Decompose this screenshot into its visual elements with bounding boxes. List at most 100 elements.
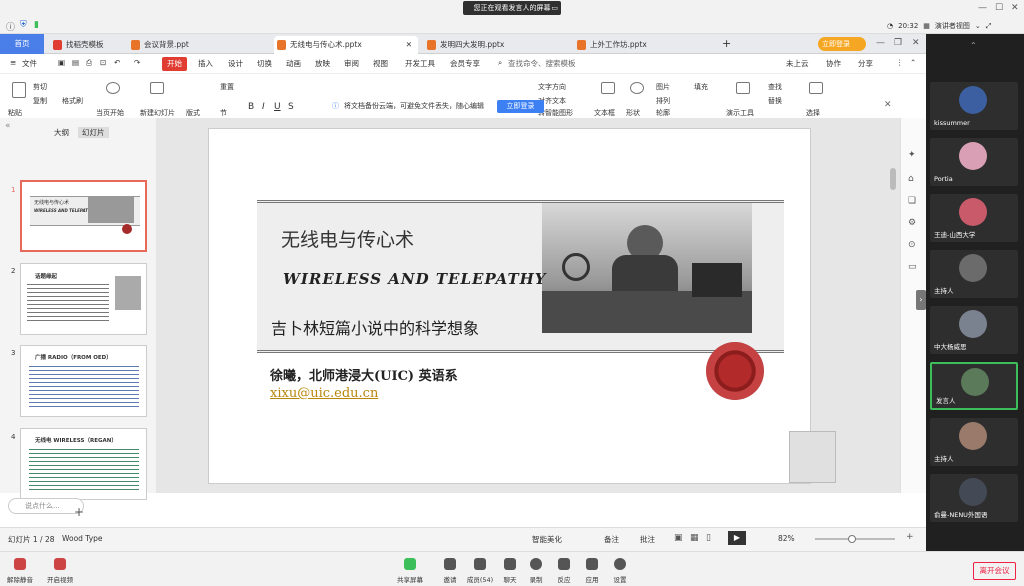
layout-icon[interactable]: ▦ (923, 22, 930, 30)
zoom-level[interactable]: 82% (778, 534, 795, 543)
close-icon[interactable]: ✕ (1011, 3, 1019, 13)
paste-icon[interactable] (12, 82, 26, 98)
cloud-status[interactable]: 未上云 (786, 58, 809, 69)
more-icon[interactable]: ⋮ (896, 58, 904, 67)
invite-button[interactable]: 邀请 (434, 574, 466, 584)
participant-tile[interactable]: 俞曼-NENU外国语 (930, 474, 1018, 522)
unmute-button[interactable]: 解除静音 (4, 574, 36, 584)
tab-close-icon[interactable]: ✕ (406, 36, 412, 54)
participant-tile[interactable]: 王迪-山西大学 (930, 194, 1018, 242)
slide-thumb-2[interactable]: 话题缘起 (20, 263, 147, 335)
slide-thumb-1[interactable]: 无线电与传心术 WIRELESS AND TELEPATHY (20, 180, 147, 252)
collapse-ribbon-icon[interactable]: ⌃ (910, 58, 916, 67)
login-button[interactable]: 立即登录 (818, 37, 866, 51)
comments-button[interactable]: 批注 (640, 534, 655, 545)
shield-icon[interactable]: ⛨ (20, 20, 27, 30)
reading-view-icon[interactable]: ▯ (706, 533, 711, 543)
copy-button[interactable]: 复制 (33, 96, 47, 106)
slide-author[interactable]: 徐曦，北师港浸大(UIC) 英语系 (270, 365, 458, 384)
zoom-slider[interactable] (815, 535, 895, 543)
menu-view[interactable]: 视图 (373, 58, 388, 69)
notes-button[interactable]: 备注 (604, 534, 619, 545)
normal-view-icon[interactable]: ▣ (674, 533, 683, 543)
command-search[interactable]: 查找命令、搜索模板 (508, 58, 576, 69)
scroll-up-icon[interactable]: ⌃ (970, 41, 977, 50)
menu-animation[interactable]: 动画 (286, 58, 301, 69)
location-icon[interactable]: ⊙ (908, 240, 916, 250)
menu-developer[interactable]: 开发工具 (405, 58, 435, 69)
minimize-icon[interactable]: — (978, 3, 987, 13)
tab-home[interactable]: 首页 (0, 34, 44, 54)
collab-button[interactable]: 协作 (826, 58, 841, 69)
participant-tile[interactable]: kissummer (930, 82, 1018, 130)
textbox-icon[interactable] (601, 82, 615, 94)
notice-login-button[interactable]: 立即登录 (497, 100, 544, 113)
slide-thumb-3[interactable]: 广播 RADIO（FROM OED） (20, 345, 147, 417)
select-icon[interactable] (809, 82, 823, 94)
preview-icon[interactable]: ⊡ (100, 58, 106, 67)
chat-icon[interactable] (504, 558, 516, 570)
leave-meeting-button[interactable]: 离开会议 (973, 562, 1016, 580)
share-screen-button[interactable]: 共享屏幕 (394, 574, 426, 584)
participant-tile[interactable]: Portia (930, 138, 1018, 186)
tab-doc-active[interactable]: 无线电与传心术.pptx ✕ (274, 36, 418, 54)
add-slide-icon[interactable]: + (74, 505, 84, 519)
participant-tile[interactable]: 主持人 (930, 418, 1018, 466)
tab-slides[interactable]: 幻灯片 (78, 127, 109, 138)
pin-icon[interactable]: ✦ (908, 150, 916, 160)
maximize-icon[interactable]: ☐ (995, 3, 1003, 13)
slide-subtitle[interactable]: 吉卜林短篇小说中的科学想象 (271, 315, 479, 339)
tab-doc-1[interactable]: 会议背景.ppt (128, 36, 268, 54)
smart-beautify-button[interactable]: 智能美化 (532, 534, 562, 545)
play-icon[interactable] (106, 82, 120, 94)
tab-templates[interactable]: 找稻壳模板 (50, 36, 122, 54)
undo-icon[interactable]: ↶ (114, 58, 120, 67)
video-button[interactable]: 开启视频 (44, 574, 76, 584)
slide-thumb-4[interactable]: 无线电 WIRELESS（REGAN） (20, 428, 147, 500)
zoom-in-icon[interactable]: + (906, 532, 914, 542)
play-from-current[interactable]: 当页开始 (96, 108, 124, 118)
menu-icon[interactable]: ≡ (10, 58, 16, 67)
new-slide-icon[interactable] (150, 82, 164, 94)
members-button[interactable]: 成员(54) (464, 574, 496, 584)
participant-tile[interactable]: 主持人 (930, 250, 1018, 298)
save-icon[interactable]: ▣ (58, 58, 65, 67)
mic-muted-icon[interactable] (14, 558, 26, 570)
paste-button[interactable]: 粘贴 (8, 108, 22, 118)
play-slideshow-icon[interactable]: ▶ (728, 531, 746, 545)
new-slide-button[interactable]: 新建幻灯片 (140, 108, 175, 118)
menu-transition[interactable]: 切换 (257, 58, 272, 69)
text-direction-button[interactable]: 文字方向 (538, 82, 566, 92)
apps-icon[interactable] (586, 558, 598, 570)
reaction-icon[interactable] (558, 558, 570, 570)
sorter-view-icon[interactable]: ▦ (690, 533, 699, 543)
title-photo[interactable] (542, 203, 752, 333)
tab-doc-4[interactable]: 上外工作坊.pptx (574, 36, 714, 54)
cut-button[interactable]: 剪切 (33, 82, 47, 92)
notice-close-icon[interactable]: ✕ (884, 100, 892, 110)
settings-button[interactable]: 设置 (604, 574, 636, 584)
window-minimize-icon[interactable]: — (876, 38, 885, 48)
record-icon[interactable] (530, 558, 542, 570)
tab-doc-3[interactable]: 发明四大发明.pptx (424, 36, 568, 54)
export-pdf-icon[interactable]: ▤ (72, 58, 79, 67)
settings-icon[interactable]: ⚙ (908, 218, 916, 228)
floating-thumbnail[interactable] (789, 431, 836, 483)
book-icon[interactable]: ▭ (908, 262, 917, 272)
slide-english-title[interactable]: WIRELESS AND TELEPATHY (283, 270, 547, 288)
view-mode[interactable]: 演讲者视图 (935, 21, 970, 31)
menu-slideshow[interactable]: 放映 (315, 58, 330, 69)
invite-icon[interactable] (444, 558, 456, 570)
print-icon[interactable]: ⎙ (86, 58, 92, 68)
slide[interactable]: 无线电与传心术 WIRELESS AND TELEPATHY 吉卜林短篇小说中的… (208, 128, 836, 484)
fullscreen-icon[interactable]: ⤢ (986, 22, 992, 31)
tab-outline[interactable]: 大纲 (54, 127, 69, 138)
find-button[interactable]: 查找 (768, 82, 782, 92)
chat-input[interactable]: 说点什么... (8, 498, 84, 514)
fill-button[interactable]: 填充 (694, 82, 708, 92)
vertical-scrollbar[interactable] (890, 168, 896, 190)
collapse-panel-icon[interactable]: « (5, 121, 11, 131)
menu-home[interactable]: 开始 (162, 57, 187, 71)
present-tools-icon[interactable] (736, 82, 750, 94)
new-tab-icon[interactable]: + (722, 37, 731, 50)
